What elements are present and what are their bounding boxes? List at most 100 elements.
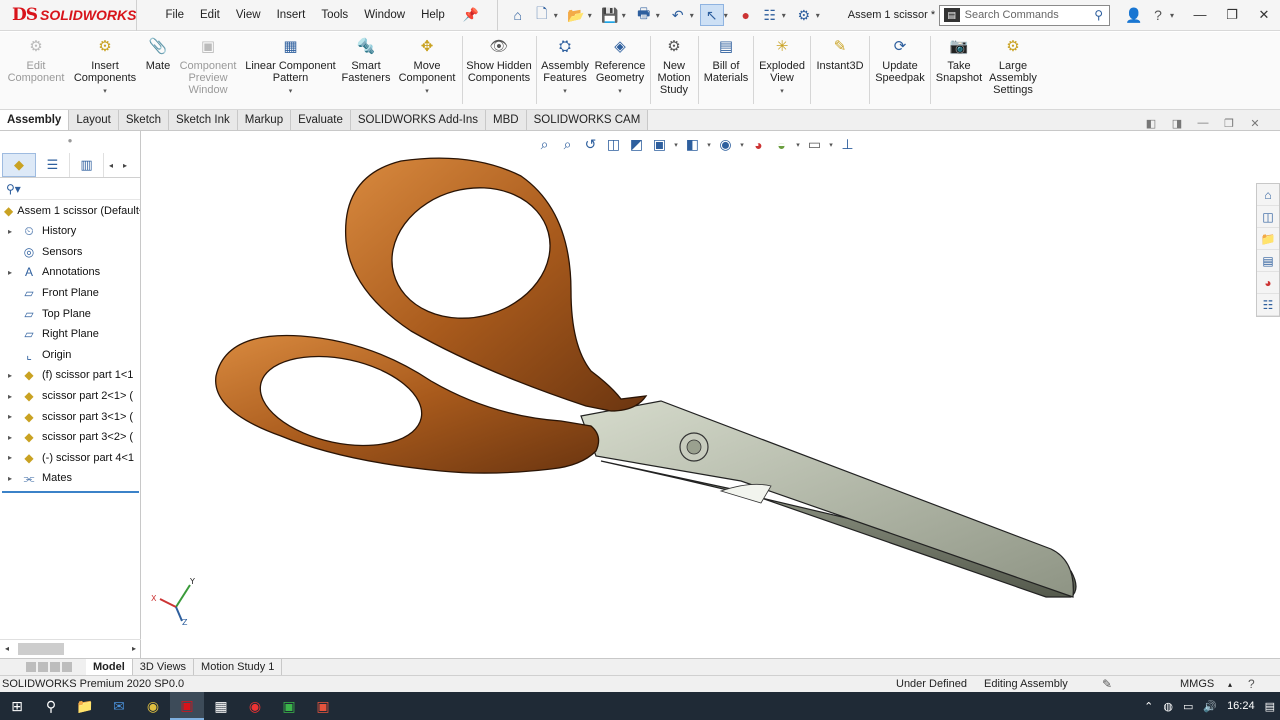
configuration-manager-tab-icon[interactable]: ▥ xyxy=(70,153,104,177)
file-explorer-taskbar-icon[interactable]: 📁 xyxy=(68,692,102,720)
rebuild-status-icon[interactable]: ✎ xyxy=(1102,677,1132,691)
menu-window[interactable]: Window xyxy=(356,9,413,21)
exploded-view-dropdown-icon[interactable]: ▾ xyxy=(780,86,784,98)
tree-item-f-scissor-part-1-1[interactable]: ▸ ◆ (f) scissor part 1<1 xyxy=(0,365,140,386)
tab-sketch[interactable]: Sketch xyxy=(118,110,170,130)
expand-arrow-icon[interactable]: ▸ xyxy=(0,392,20,401)
close-icon[interactable]: ✕ xyxy=(1248,7,1280,23)
app-red-icon[interactable]: ▣ xyxy=(306,692,340,720)
tab-mbd[interactable]: MBD xyxy=(486,110,527,130)
large-assembly-settings-button[interactable]: ⚙ Large Assembly Settings xyxy=(986,36,1040,96)
select-pointer-icon[interactable]: ↖ xyxy=(699,4,724,26)
panel-right-arrow-icon[interactable]: ▸ xyxy=(118,161,132,170)
scissor-model[interactable] xyxy=(141,131,1280,658)
take-snapshot-button[interactable]: 📷 Take Snapshot xyxy=(933,36,985,84)
help-status-icon[interactable]: ? xyxy=(1248,677,1278,691)
tree-item-scissor-part-2-1[interactable]: ▸ ◆ scissor part 2<1> ( xyxy=(0,386,140,407)
restore-icon[interactable]: ❐ xyxy=(1216,7,1248,23)
search-icon[interactable]: ⚲ xyxy=(1094,8,1109,22)
expand-arrow-icon[interactable]: ▸ xyxy=(0,412,20,421)
minimize-icon[interactable]: — xyxy=(1184,7,1216,23)
expand-arrow-icon[interactable]: ▸ xyxy=(0,474,20,483)
last-tab-icon[interactable] xyxy=(62,662,72,672)
panel-grip-icon[interactable]: ● xyxy=(0,131,140,153)
tree-item-scissor-part-4-1[interactable]: ▸ ◆ (-) scissor part 4<1 xyxy=(0,448,140,469)
smart-fasteners-button[interactable]: 🔩 Smart Fasteners xyxy=(340,36,392,84)
expand-arrow-icon[interactable]: ▸ xyxy=(0,227,20,236)
tile-right-icon[interactable]: ◨ xyxy=(1164,117,1190,130)
insert-components-dropdown-icon[interactable]: ▾ xyxy=(103,86,107,98)
chrome-icon[interactable]: ◉ xyxy=(136,692,170,720)
mail-icon[interactable]: ✉ xyxy=(102,692,136,720)
rollback-bar[interactable] xyxy=(2,491,139,493)
tab-motion-study-1[interactable]: Motion Study 1 xyxy=(194,659,283,675)
solidworks-logo[interactable]: DS SOLIDWORKS xyxy=(0,0,138,31)
assembly-features-dropdown-icon[interactable]: ▾ xyxy=(563,86,567,98)
expand-arrow-icon[interactable]: ▸ xyxy=(0,433,20,442)
tree-item-history[interactable]: ▸ ⏲ History xyxy=(0,221,140,242)
tree-root-assembly[interactable]: ◆ Assem 1 scissor (Default< xyxy=(0,200,140,221)
undo-icon[interactable]: ↶ xyxy=(666,4,690,26)
user-icon[interactable]: 👤 xyxy=(1122,7,1146,24)
first-tab-icon[interactable] xyxy=(26,662,36,672)
menu-edit[interactable]: Edit xyxy=(192,9,228,21)
tree-item-annotations[interactable]: ▸ A Annotations xyxy=(0,262,140,283)
show-hidden-components-button[interactable]: 👁 Show Hidden Components xyxy=(466,36,532,84)
appearances-icon[interactable]: ◕ xyxy=(1257,272,1279,294)
scroll-left-icon[interactable]: ◂ xyxy=(0,644,14,653)
new-motion-study-button[interactable]: ⚙ New Motion Study xyxy=(652,36,696,96)
tree-item-top-plane[interactable]: ▱ Top Plane xyxy=(0,303,140,324)
options-dropdown-icon[interactable]: ▾ xyxy=(816,11,826,20)
move-component-dropdown-icon[interactable]: ▾ xyxy=(425,86,429,98)
clock[interactable]: 16:24 xyxy=(1222,700,1260,712)
print-icon[interactable]: 🖶 xyxy=(632,4,656,26)
menu-tools[interactable]: Tools xyxy=(313,9,356,21)
component-preview-window-button[interactable]: ▣ Component Preview Window xyxy=(176,36,240,96)
view-palette-icon[interactable]: ▤ xyxy=(1257,250,1279,272)
expand-arrow-icon[interactable]: ▸ xyxy=(0,268,20,277)
file-explorer-icon[interactable]: 📁 xyxy=(1257,228,1279,250)
file-properties-icon[interactable]: ☷ xyxy=(758,4,782,26)
display-icon[interactable]: ▭ xyxy=(1178,700,1198,713)
viewport-close-icon[interactable]: ✕ xyxy=(1242,117,1268,130)
rebuild-icon[interactable]: ● xyxy=(734,4,758,26)
select-dropdown-icon[interactable]: ▾ xyxy=(724,11,734,20)
bill-of-materials-button[interactable]: ▤ Bill of Materials xyxy=(701,36,751,84)
tile-left-icon[interactable]: ◧ xyxy=(1138,117,1164,130)
undo-dropdown-icon[interactable]: ▾ xyxy=(690,11,700,20)
open-icon[interactable]: 📂 xyxy=(564,4,588,26)
tree-item-scissor-part-3-1[interactable]: ▸ ◆ scissor part 3<1> ( xyxy=(0,406,140,427)
tree-item-origin[interactable]: ⌞ Origin xyxy=(0,345,140,366)
filter-icon[interactable]: ⚲▾ xyxy=(0,178,140,200)
print-dropdown-icon[interactable]: ▾ xyxy=(656,11,666,20)
viewport-minimize-icon[interactable]: — xyxy=(1190,117,1216,130)
menu-help[interactable]: Help xyxy=(413,9,453,21)
move-component-button[interactable]: ✥ Move Component ▾ xyxy=(396,36,458,98)
tree-item-sensors[interactable]: ◎ Sensors xyxy=(0,242,140,263)
new-document-icon[interactable]: 🗋 xyxy=(530,4,554,26)
notification-icon[interactable]: ▤ xyxy=(1260,700,1280,713)
search-mode-icon[interactable]: ▤ xyxy=(943,8,960,22)
tree-item-right-plane[interactable]: ▱ Right Plane xyxy=(0,324,140,345)
panel-horizontal-scrollbar[interactable]: ◂ ▸ xyxy=(0,639,141,657)
design-library-icon[interactable]: ◫ xyxy=(1257,206,1279,228)
feature-manager-tab-icon[interactable]: ◆ xyxy=(2,153,36,177)
prev-tab-icon[interactable] xyxy=(38,662,48,672)
reference-geometry-dropdown-icon[interactable]: ▾ xyxy=(618,86,622,98)
open-dropdown-icon[interactable]: ▾ xyxy=(588,11,598,20)
solidworks-resources-icon[interactable]: ⌂ xyxy=(1257,184,1279,206)
instant3d-button[interactable]: ✎ Instant3D xyxy=(813,36,867,72)
taskbar-search-icon[interactable]: ⚲ xyxy=(34,692,68,720)
units-dropdown-icon[interactable]: ▴ xyxy=(1228,680,1248,689)
solidworks-taskbar-icon[interactable]: ▣ xyxy=(170,692,204,720)
scroll-thumb[interactable] xyxy=(18,642,64,655)
network-icon[interactable]: ◍ xyxy=(1158,700,1178,713)
unit-system[interactable]: MMGS xyxy=(1180,678,1228,690)
tab-assembly[interactable]: Assembly xyxy=(0,110,70,130)
edit-component-button[interactable]: ⚙ Edit Component xyxy=(5,36,67,84)
update-speedpak-button[interactable]: ⟳ Update Speedpak xyxy=(872,36,928,84)
mate-button[interactable]: 📎 Mate xyxy=(142,36,174,72)
exploded-view-button[interactable]: ✳ Exploded View ▾ xyxy=(756,36,808,98)
tab-sketch-ink[interactable]: Sketch Ink xyxy=(169,110,238,130)
tray-chevron-icon[interactable]: ⌃ xyxy=(1139,700,1158,713)
